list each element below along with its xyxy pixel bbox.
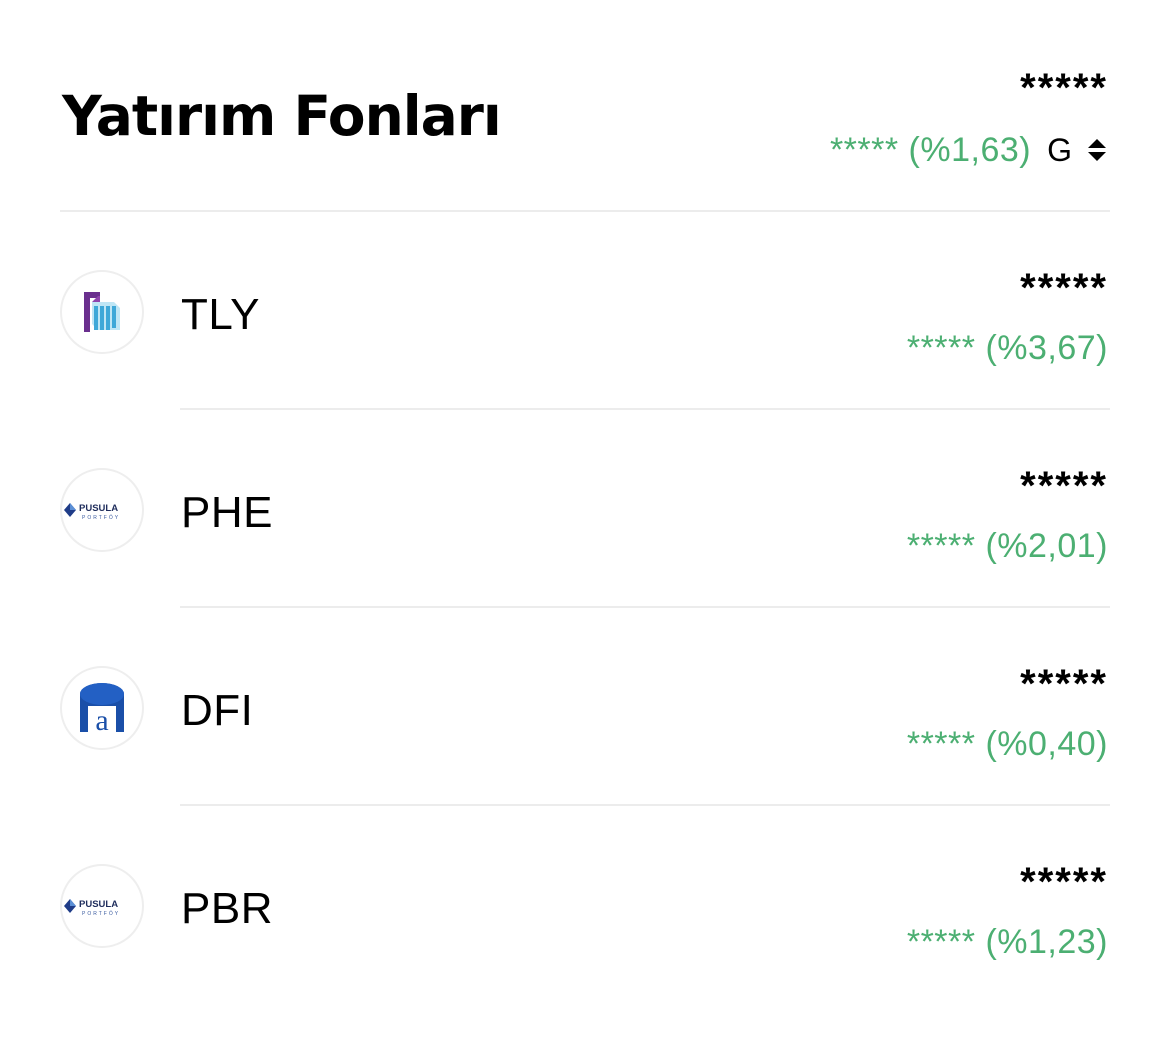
- tera-logo: [60, 270, 144, 354]
- pusula-portfoy-logo: PUSULA PORTFÖY: [60, 468, 144, 552]
- sort-updown-icon: [1088, 139, 1106, 161]
- atlas-logo-icon: a: [80, 683, 124, 736]
- total-change: ***** (%1,63): [829, 130, 1032, 169]
- tera-logo-icon: [84, 292, 120, 332]
- fund-row-dfi[interactable]: a DFI ***** ***** (%0,40): [0, 608, 1170, 806]
- fund-change: ***** (%2,01): [906, 527, 1108, 565]
- fund-change: ***** (%3,67): [906, 329, 1108, 367]
- fund-ticker: PHE: [181, 488, 273, 537]
- fund-ticker: PBR: [181, 884, 273, 933]
- fund-value: *****: [1020, 266, 1108, 310]
- funds-page: Yatırım Fonları ***** ***** (%1,63) G TL…: [0, 0, 1170, 1044]
- period-selector-button[interactable]: G: [1047, 132, 1108, 169]
- total-value: *****: [1020, 66, 1108, 110]
- fund-row-tly[interactable]: TLY ***** ***** (%3,67): [0, 212, 1170, 410]
- svg-text:a: a: [95, 704, 108, 736]
- svg-text:PORTFÖY: PORTFÖY: [82, 514, 120, 521]
- funds-header: Yatırım Fonları ***** ***** (%1,63) G: [0, 0, 1170, 212]
- svg-text:PORTFÖY: PORTFÖY: [82, 910, 120, 917]
- fund-value: *****: [1020, 662, 1108, 706]
- svg-text:PUSULA: PUSULA: [79, 503, 118, 514]
- page-title: Yatırım Fonları: [62, 84, 502, 148]
- fund-change: ***** (%1,23): [906, 923, 1108, 961]
- pusula-logo-icon: PUSULA PORTFÖY: [64, 899, 120, 917]
- fund-ticker: TLY: [181, 290, 260, 339]
- pusula-portfoy-logo: PUSULA PORTFÖY: [60, 864, 144, 948]
- total-change-row: ***** (%1,63) G: [830, 128, 1108, 172]
- fund-row-phe[interactable]: PUSULA PORTFÖY PHE ***** ***** (%2,01): [0, 410, 1170, 608]
- fund-row-pbr[interactable]: PUSULA PORTFÖY PBR ***** ***** (%1,23): [0, 806, 1170, 1004]
- period-label: G: [1047, 131, 1072, 168]
- fund-ticker: DFI: [181, 686, 254, 735]
- fund-value: *****: [1020, 860, 1108, 904]
- fund-change: ***** (%0,40): [906, 725, 1108, 763]
- atlas-logo: a: [60, 666, 144, 750]
- svg-text:PUSULA: PUSULA: [79, 899, 118, 910]
- pusula-logo-icon: PUSULA PORTFÖY: [64, 503, 120, 521]
- fund-value: *****: [1020, 464, 1108, 508]
